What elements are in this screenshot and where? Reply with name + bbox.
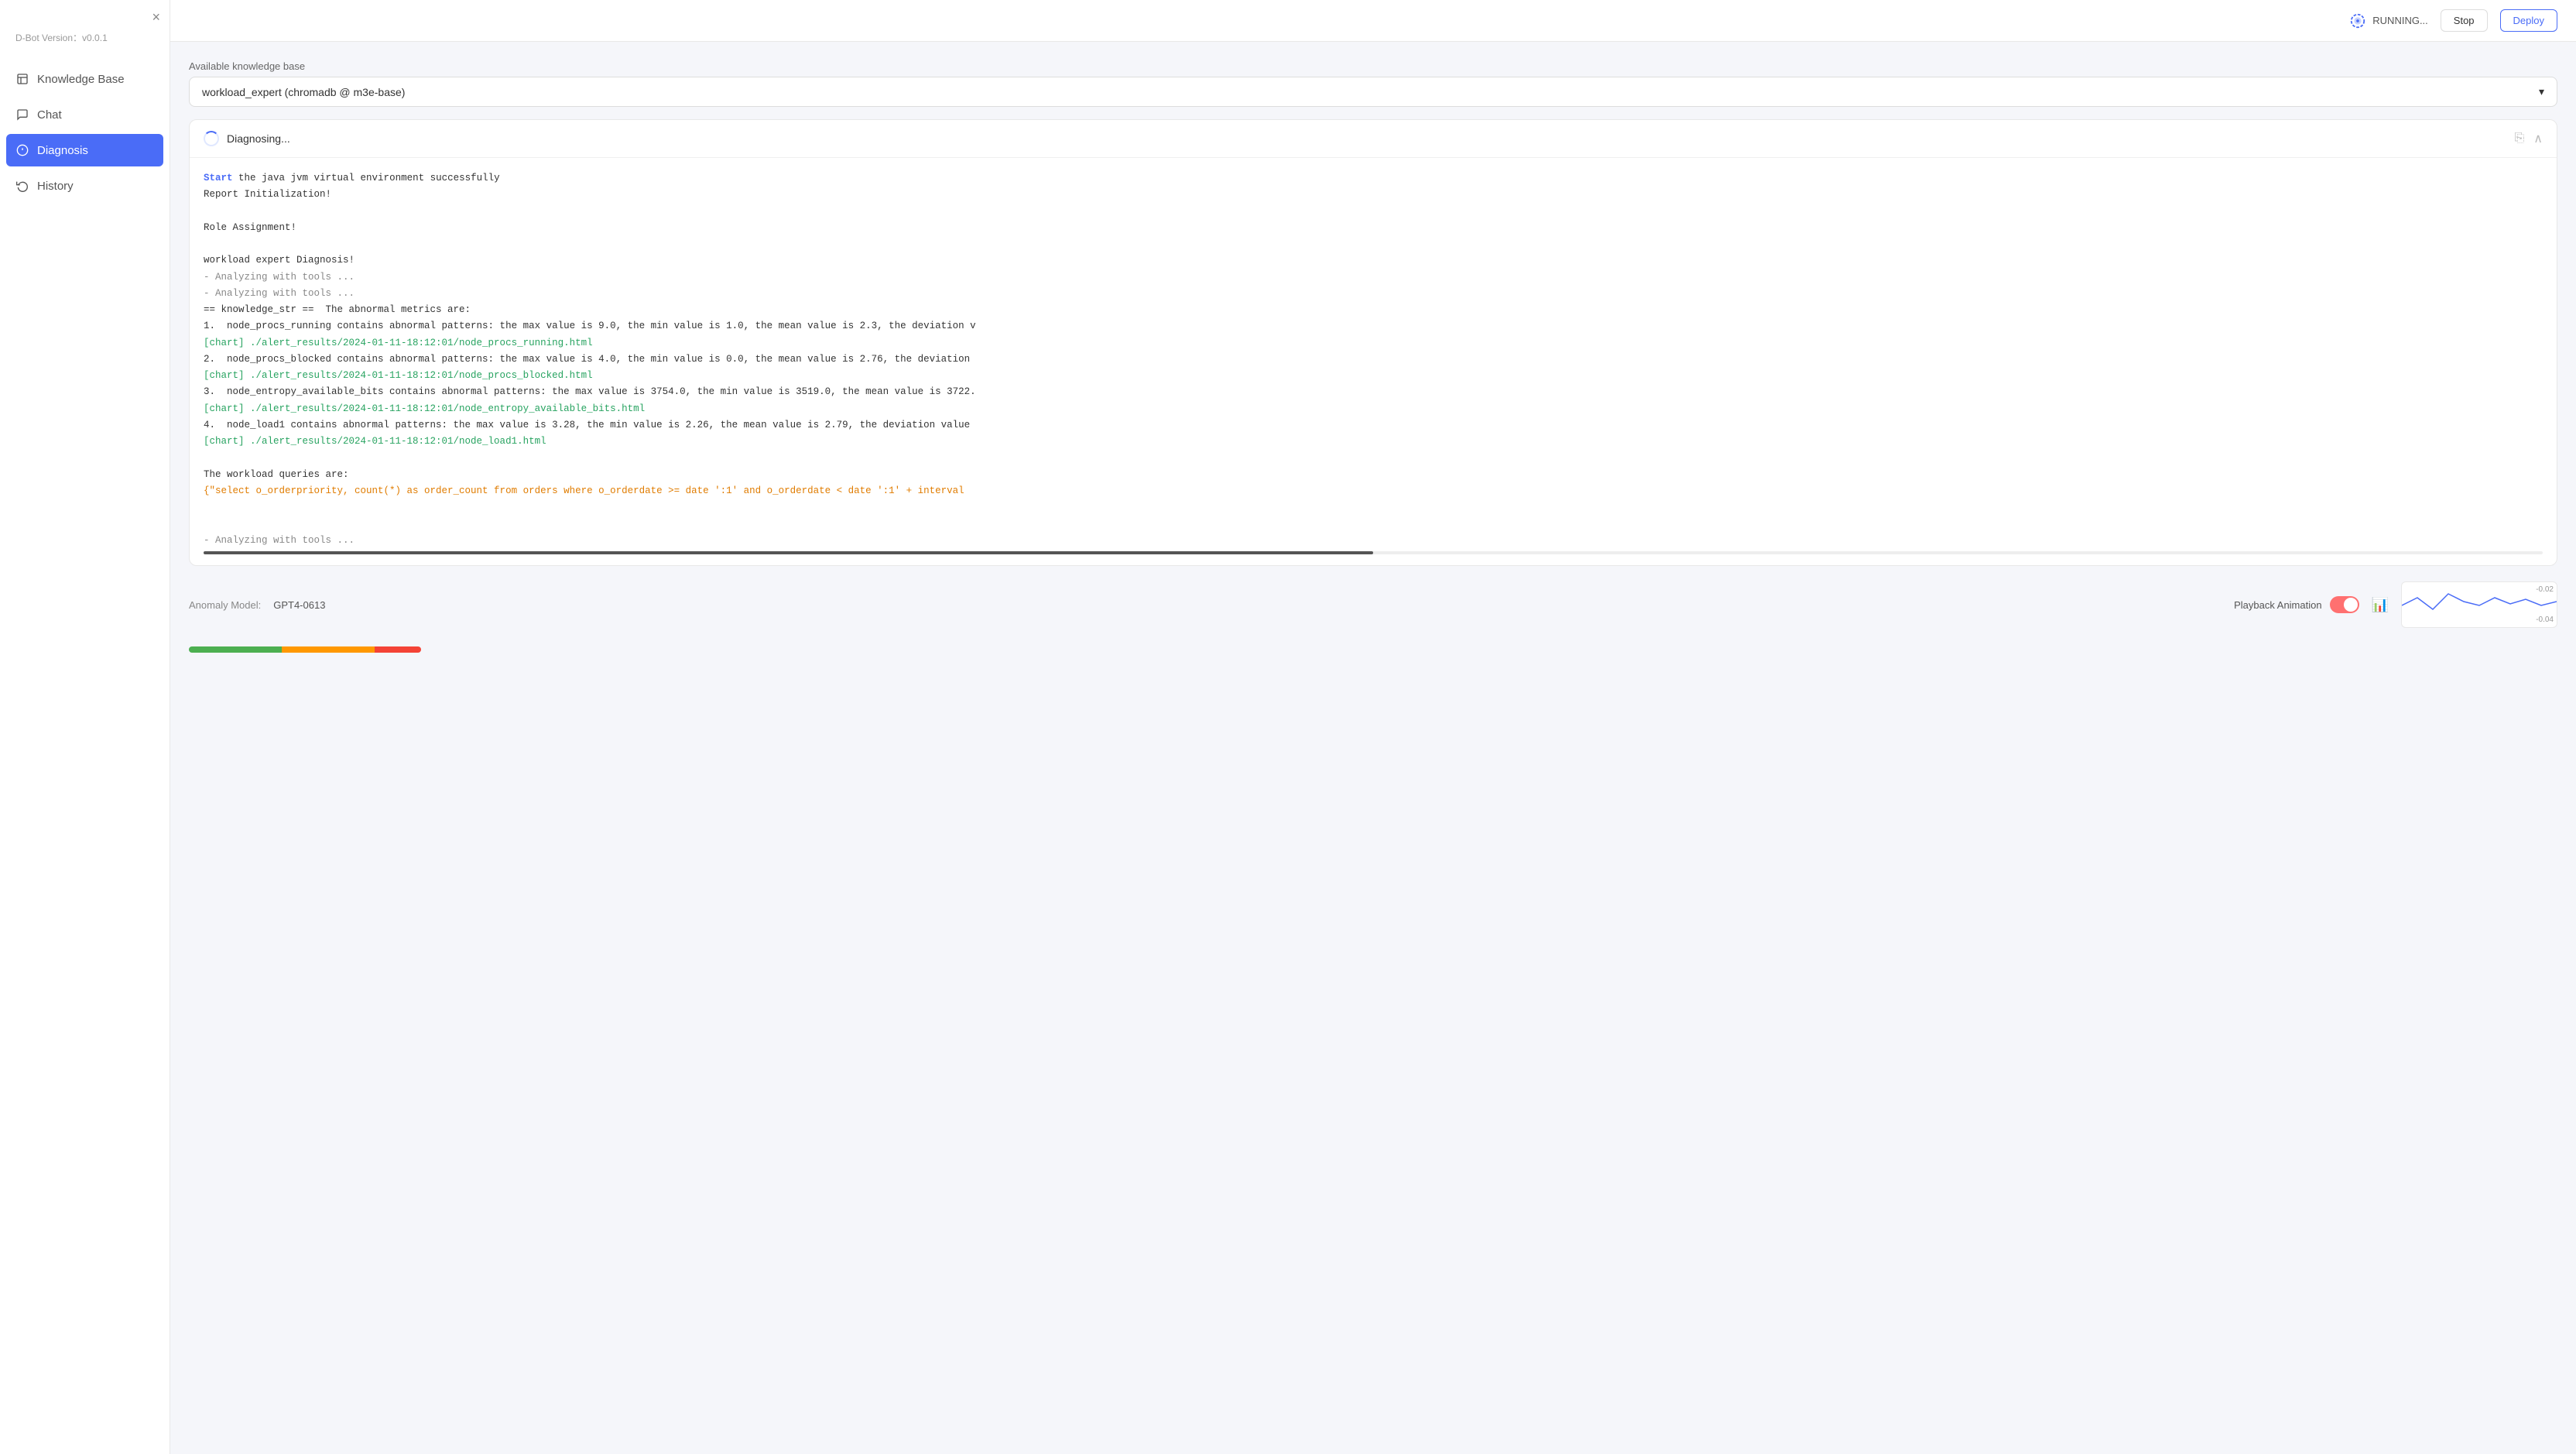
sidebar-item-chat[interactable]: Chat [0,98,170,131]
line-14: 4. node_load1 contains abnormal patterns… [204,417,2543,434]
diagnosis-panel: Diagnosing... ⎘ ∧ Start the java jvm vir… [189,119,2557,566]
line-6: - Analyzing with tools ... [204,286,2543,302]
chart-legend-bar [189,646,421,653]
chart-y-max: -0.02 [2536,585,2554,594]
book-icon [15,72,29,86]
sidebar-item-label: Diagnosis [37,144,88,157]
stop-button[interactable]: Stop [2441,9,2488,32]
legend-orange [282,646,375,653]
topbar: RUNNING... Stop Deploy [170,0,2576,42]
diagnosis-content: Start the java jvm virtual environment s… [190,158,2557,545]
playback-toggle[interactable] [2330,596,2359,613]
progress-bar-section [190,545,2557,565]
chat-icon [15,108,29,122]
model-label: Anomaly Model: [189,599,261,611]
history-icon [15,179,29,193]
chart-icon[interactable]: 📊 [2372,597,2389,613]
line-4: workload expert Diagnosis! [204,252,2543,269]
sidebar-item-diagnosis[interactable]: Diagnosis [6,134,163,166]
line-10: 2. node_procs_blocked contains abnormal … [204,351,2543,368]
line-blank-2 [204,236,2543,252]
line-3: Role Assignment! [204,220,2543,236]
line-blank-1 [204,204,2543,220]
kb-select[interactable]: workload_expert (chromadb @ m3e-base) ▾ [189,77,2557,107]
line-8: 1. node_procs_running contains abnormal … [204,318,2543,334]
line-blank-5 [204,516,2543,532]
diagnosis-title: Diagnosing... [204,131,290,146]
diagnosis-header: Diagnosing... ⎘ ∧ [190,120,2557,158]
chart-y-min: -0.04 [2536,616,2554,624]
running-label: RUNNING... [2372,15,2428,26]
line-13: [chart] ./alert_results/2024-01-11-18:12… [204,401,2543,417]
line-15: [chart] ./alert_results/2024-01-11-18:12… [204,434,2543,450]
sidebar: × D-Bot Version：v0.0.1 Knowledge Base Ch… [0,0,170,1454]
diagnosis-icon [15,143,29,157]
kb-section: Available knowledge base workload_expert… [189,60,2557,107]
line-5: - Analyzing with tools ... [204,269,2543,286]
toggle-wrap: Playback Animation [2234,596,2358,613]
playback-section: Playback Animation 📊 -0.02 -0.04 [2234,581,2557,628]
line-16: The workload queries are: [204,467,2543,483]
legend-red [375,646,421,653]
line-17: {"select o_orderpriority, count(*) as or… [204,483,2543,499]
line-11: [chart] ./alert_results/2024-01-11-18:12… [204,368,2543,384]
kb-label: Available knowledge base [189,60,2557,72]
model-value: GPT4-0613 [273,599,325,611]
progress-bar-fill [204,551,1373,554]
mini-chart: -0.02 -0.04 [2401,581,2557,628]
running-icon [2349,12,2366,29]
collapse-icon[interactable]: ∧ [2533,131,2543,146]
running-indicator: RUNNING... [2349,12,2428,29]
sidebar-item-history[interactable]: History [0,170,170,202]
diagnosis-title-text: Diagnosing... [227,132,290,145]
chart-controls: 📊 [2372,597,2389,613]
loading-spinner [204,131,219,146]
line-9: [chart] ./alert_results/2024-01-11-18:12… [204,335,2543,351]
line-1: Start the java jvm virtual environment s… [204,170,2543,187]
legend-green [189,646,282,653]
copy-icon[interactable]: ⎘ [2514,132,2524,146]
chart-y-labels: -0.02 -0.04 [2536,582,2554,627]
line-7: == knowledge_str == The abnormal metrics… [204,302,2543,318]
line-12: 3. node_entropy_available_bits contains … [204,384,2543,400]
playback-label: Playback Animation [2234,599,2321,611]
deploy-button[interactable]: Deploy [2500,9,2557,32]
line-analyzing-footer: - Analyzing with tools ... [204,533,2543,546]
main-content: RUNNING... Stop Deploy Available knowled… [170,0,2576,1454]
close-icon[interactable]: × [152,9,160,26]
model-section: Anomaly Model: GPT4-0613 [189,599,325,611]
sidebar-item-label: Chat [37,108,62,122]
content-area: Available knowledge base workload_expert… [170,42,2576,1454]
sidebar-item-label: Knowledge Base [37,73,125,86]
sidebar-item-label: History [37,180,74,193]
start-keyword: Start [204,173,233,183]
progress-bar-track [204,551,2543,554]
sidebar-item-knowledge-base[interactable]: Knowledge Base [0,63,170,95]
sidebar-nav: Knowledge Base Chat Diagnosis [0,63,170,202]
kb-selected-value: workload_expert (chromadb @ m3e-base) [202,86,405,98]
line-blank-4 [204,499,2543,516]
line-2: Report Initialization! [204,187,2543,203]
chevron-down-icon: ▾ [2539,85,2544,98]
version-label: D-Bot Version：v0.0.1 [0,25,170,63]
line-blank-3 [204,450,2543,466]
